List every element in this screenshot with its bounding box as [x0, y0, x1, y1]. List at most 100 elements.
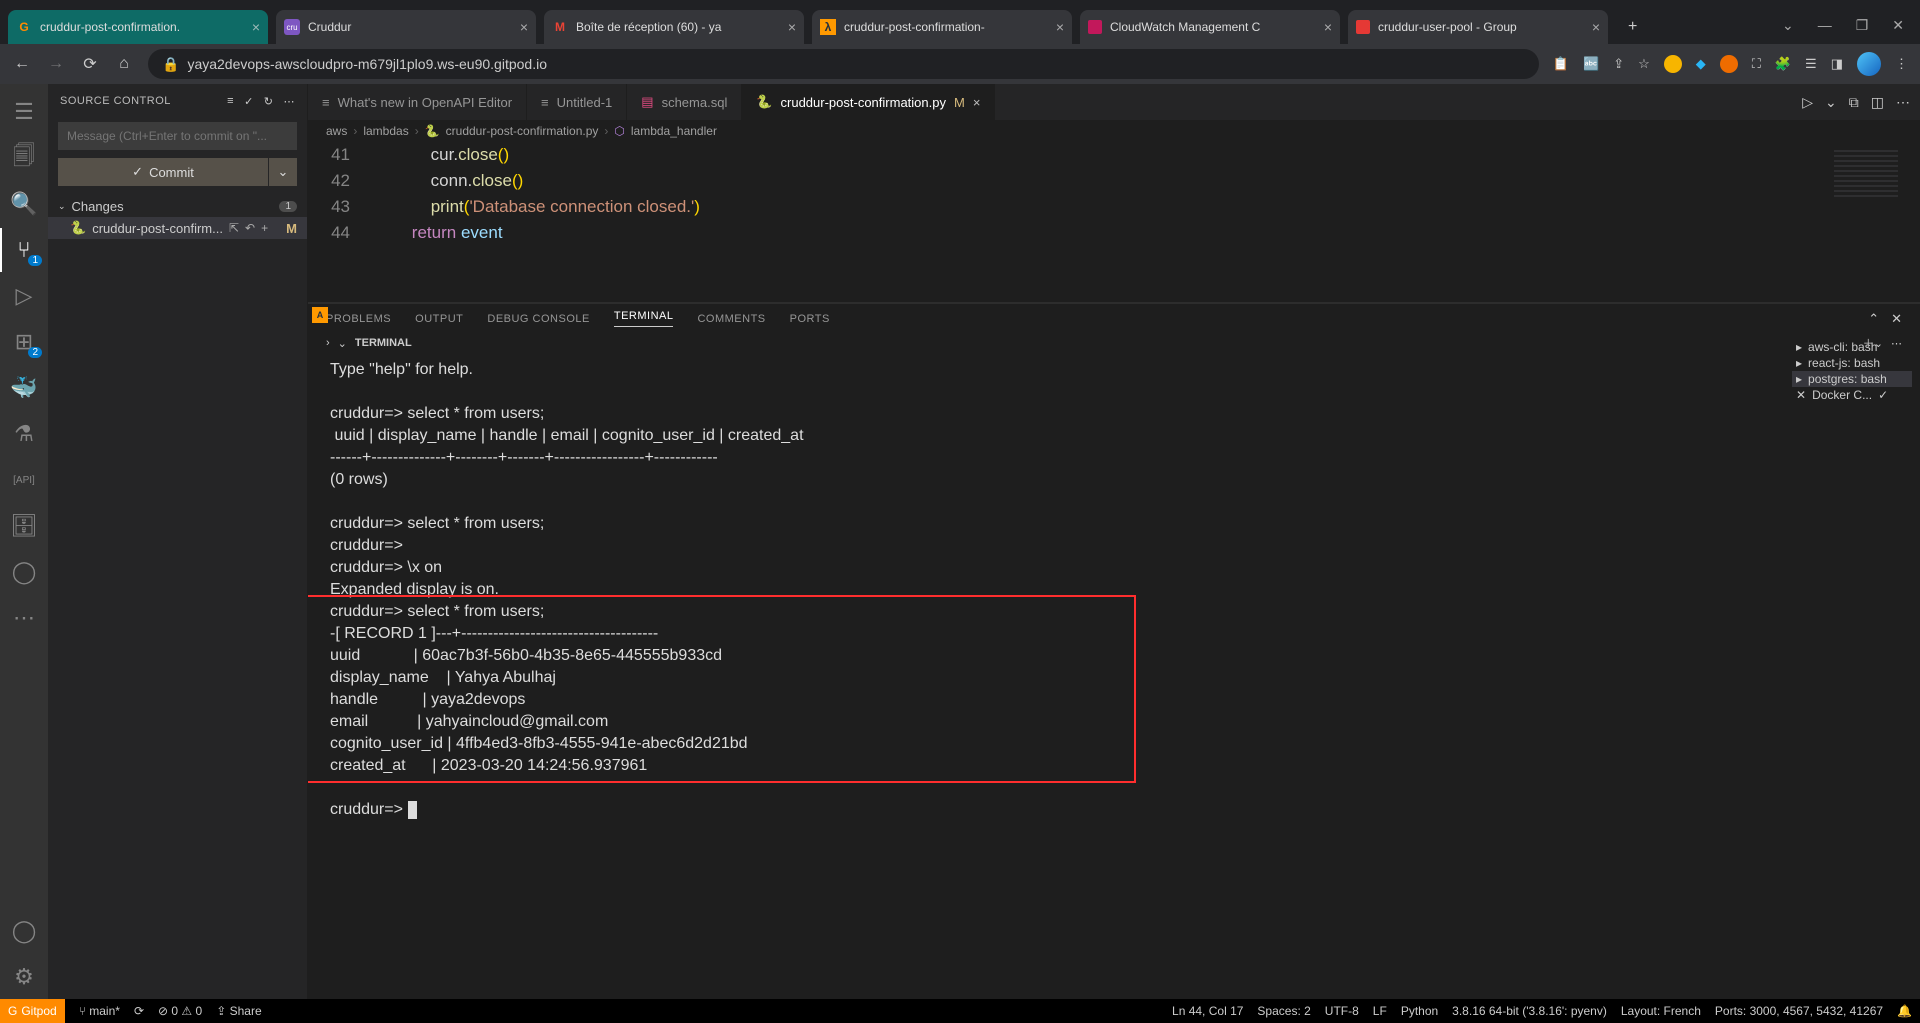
- editor-tab[interactable]: ≡What's new in OpenAPI Editor: [308, 84, 527, 120]
- test-icon[interactable]: ⚗: [0, 412, 48, 456]
- profile-avatar[interactable]: [1857, 52, 1881, 76]
- open-file-icon[interactable]: ⇱: [229, 221, 239, 235]
- close-icon[interactable]: ×: [1324, 19, 1332, 35]
- share-button[interactable]: ⇪ Share: [216, 1004, 261, 1018]
- maximize-icon[interactable]: ❐: [1856, 17, 1869, 34]
- api-icon[interactable]: [API]: [0, 458, 48, 502]
- code-editor[interactable]: 41424344 cur.close() conn.close() print(…: [308, 142, 1920, 302]
- docker-icon[interactable]: 🐳: [0, 366, 48, 410]
- ext-icon[interactable]: [1664, 55, 1682, 73]
- close-window-icon[interactable]: ✕: [1892, 17, 1904, 34]
- panel-tab-debug[interactable]: DEBUG CONSOLE: [487, 313, 589, 325]
- crumb[interactable]: cruddur-post-confirmation.py: [446, 124, 599, 138]
- terminal-header[interactable]: › ⌄ TERMINAL ＋⌄ ⋯: [308, 333, 1920, 355]
- more-icon[interactable]: ⋯: [284, 95, 296, 108]
- browser-tab[interactable]: cru Cruddur ×: [276, 10, 536, 44]
- layout-status[interactable]: Layout: French: [1621, 1004, 1701, 1018]
- branch-status[interactable]: ⑂ main*: [79, 1004, 120, 1018]
- run-icon[interactable]: ▷: [1802, 94, 1813, 111]
- changed-file-row[interactable]: 🐍 cruddur-post-confirm... ⇱ ↶ + M: [48, 217, 307, 239]
- changes-group[interactable]: ⌄ Changes 1: [48, 196, 307, 217]
- terminal-entry[interactable]: ▸aws-cli: bash: [1792, 339, 1912, 355]
- check-icon[interactable]: ✓: [244, 95, 254, 108]
- github-icon[interactable]: ◯: [0, 550, 48, 594]
- ext-icon[interactable]: [1720, 55, 1738, 73]
- editor-tab[interactable]: ≡Untitled-1: [527, 84, 627, 120]
- ext-icon[interactable]: ⛶: [1752, 56, 1761, 72]
- star-icon[interactable]: ☆: [1638, 56, 1650, 72]
- panel-tab-ports[interactable]: PORTS: [790, 313, 830, 325]
- clipboard-icon[interactable]: 📋: [1553, 56, 1569, 72]
- explorer-icon[interactable]: 🗐: [0, 136, 48, 180]
- sidepanel-icon[interactable]: ◨: [1831, 56, 1843, 72]
- forward-icon[interactable]: →: [46, 55, 66, 73]
- encoding-status[interactable]: UTF-8: [1325, 1004, 1359, 1018]
- close-icon[interactable]: ×: [252, 19, 260, 35]
- database-icon[interactable]: 🗄: [0, 504, 48, 548]
- gitpod-status[interactable]: G Gitpod: [0, 999, 65, 1023]
- minimize-icon[interactable]: —: [1818, 17, 1832, 34]
- lang-status[interactable]: Python: [1401, 1004, 1438, 1018]
- commit-message-input[interactable]: [58, 122, 297, 150]
- python-env-status[interactable]: 3.8.16 64-bit ('3.8.16': pyenv): [1452, 1004, 1607, 1018]
- editor-tab[interactable]: 🐍cruddur-post-confirmation.py M×: [742, 84, 995, 120]
- panel-tab-output[interactable]: OUTPUT: [415, 313, 463, 325]
- stage-icon[interactable]: +: [261, 221, 268, 235]
- indent-status[interactable]: Spaces: 2: [1257, 1004, 1310, 1018]
- back-icon[interactable]: ←: [12, 55, 32, 73]
- chevron-down-icon[interactable]: ⌄: [1782, 17, 1794, 34]
- browser-tab[interactable]: CloudWatch Management C ×: [1080, 10, 1340, 44]
- crumb[interactable]: aws: [326, 124, 347, 138]
- cursor-position[interactable]: Ln 44, Col 17: [1172, 1004, 1243, 1018]
- account-icon[interactable]: ◯: [0, 909, 48, 953]
- discard-icon[interactable]: ↶: [245, 221, 255, 235]
- code-content[interactable]: cur.close() conn.close() print('Database…: [374, 142, 1920, 302]
- close-icon[interactable]: ×: [788, 19, 796, 35]
- run-caret-icon[interactable]: ⌄: [1825, 94, 1837, 111]
- split-editor-icon[interactable]: ◫: [1871, 94, 1884, 111]
- reading-list-icon[interactable]: ☰: [1805, 56, 1817, 72]
- browser-tab[interactable]: cruddur-user-pool - Group ×: [1348, 10, 1608, 44]
- eol-status[interactable]: LF: [1373, 1004, 1387, 1018]
- editor-tab[interactable]: ▤schema.sql: [627, 84, 742, 120]
- split-compare-icon[interactable]: ⧉: [1849, 94, 1859, 111]
- notifications-icon[interactable]: 🔔: [1897, 1004, 1912, 1018]
- new-tab-button[interactable]: +: [1616, 10, 1649, 44]
- ext-icon[interactable]: ◆: [1696, 56, 1706, 72]
- translate-icon[interactable]: 🔤: [1583, 56, 1599, 72]
- sync-icon[interactable]: ⟳: [134, 1004, 144, 1018]
- reload-icon[interactable]: ⟳: [80, 54, 100, 74]
- commit-caret[interactable]: ⌄: [269, 158, 297, 186]
- browser-tab[interactable]: λ cruddur-post-confirmation- ×: [812, 10, 1072, 44]
- chevron-up-icon[interactable]: ⌃: [1868, 311, 1879, 327]
- minimap[interactable]: [1826, 142, 1906, 302]
- address-bar[interactable]: 🔒 yaya2devops-awscloudpro-m679jl1plo9.ws…: [148, 49, 1539, 79]
- terminal[interactable]: Type "help" for help. cruddur=> select *…: [308, 355, 1920, 999]
- settings-icon[interactable]: ⚙: [0, 955, 48, 999]
- close-panel-icon[interactable]: ✕: [1891, 311, 1902, 327]
- more-icon[interactable]: ⋯: [0, 596, 48, 640]
- panel-tab-terminal[interactable]: TERMINAL: [614, 310, 674, 327]
- close-icon[interactable]: ×: [973, 95, 981, 110]
- menu-icon[interactable]: ☰: [0, 90, 48, 134]
- share-icon[interactable]: ⇪: [1613, 56, 1624, 72]
- panel-tab-comments[interactable]: COMMENTS: [697, 313, 765, 325]
- ports-status[interactable]: Ports: 3000, 4567, 5432, 41267: [1715, 1004, 1883, 1018]
- run-debug-icon[interactable]: ▷: [0, 274, 48, 318]
- search-icon[interactable]: 🔍: [0, 182, 48, 226]
- close-icon[interactable]: ×: [520, 19, 528, 35]
- commit-button[interactable]: ✓ Commit: [58, 158, 268, 186]
- home-icon[interactable]: ⌂: [114, 55, 134, 73]
- more-icon[interactable]: ⋯: [1896, 94, 1910, 111]
- aws-toolkit-icon[interactable]: A: [312, 307, 328, 323]
- extensions-icon[interactable]: 🧩: [1775, 56, 1791, 72]
- browser-tab[interactable]: M Boîte de réception (60) - ya ×: [544, 10, 804, 44]
- close-icon[interactable]: ×: [1592, 19, 1600, 35]
- problems-status[interactable]: ⊘ 0 ⚠ 0: [158, 1004, 202, 1018]
- crumb[interactable]: lambda_handler: [631, 124, 717, 138]
- close-icon[interactable]: ×: [1056, 19, 1064, 35]
- kebab-icon[interactable]: ⋮: [1895, 56, 1908, 72]
- view-icon[interactable]: ≡: [227, 95, 234, 108]
- extensions-icon[interactable]: ⊞2: [0, 320, 48, 364]
- crumb[interactable]: lambdas: [363, 124, 408, 138]
